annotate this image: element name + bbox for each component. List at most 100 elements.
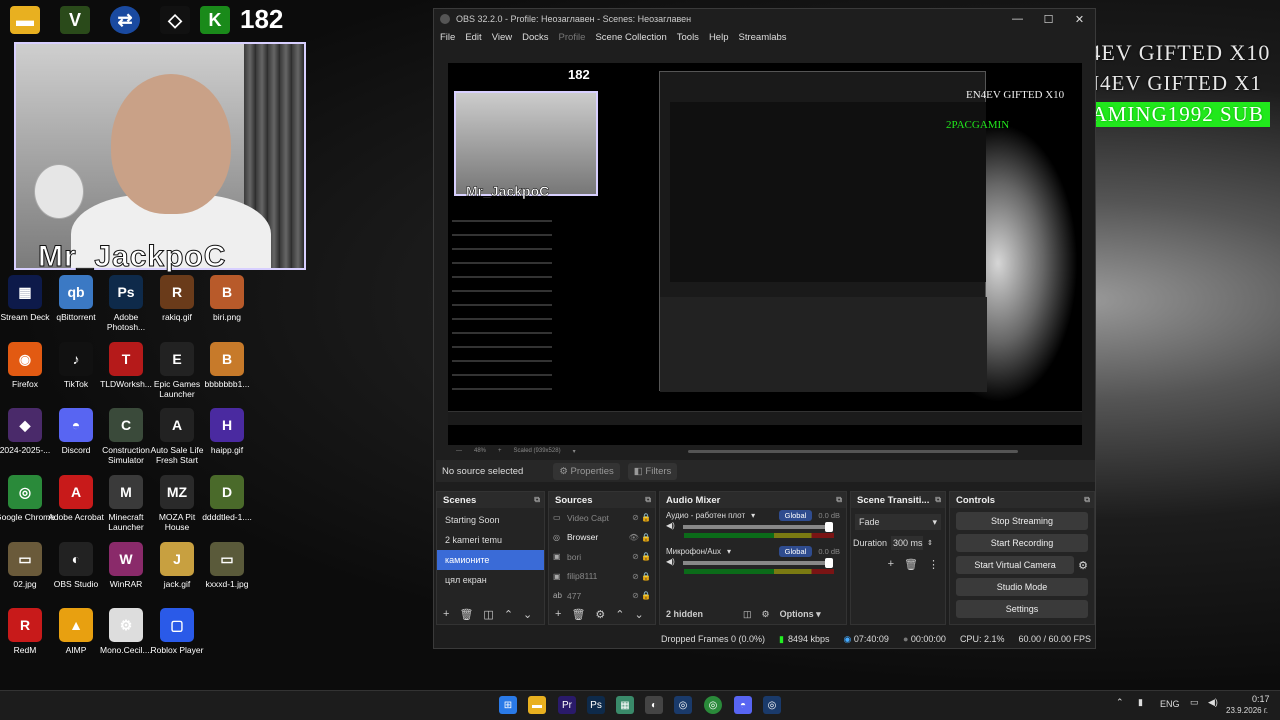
global-badge[interactable]: Global — [778, 546, 813, 557]
source-item[interactable]: ab 477 ⊘ 🔒 — [549, 586, 655, 606]
dock-float-icon[interactable]: ⧉ — [935, 495, 941, 505]
add-scene-icon[interactable]: + — [443, 608, 449, 620]
source-item[interactable]: ▭ Video Capt ⊘ 🔒 — [549, 508, 655, 528]
stepper-icon[interactable]: ⇕ — [927, 539, 933, 547]
menu-docks[interactable]: Docks — [522, 32, 548, 43]
ddddtled-shortcut[interactable]: Dddddtled-1.... — [196, 475, 258, 522]
add-transition-icon[interactable]: + — [888, 558, 894, 571]
folder-icon[interactable]: ▬ — [10, 6, 40, 34]
gta-icon[interactable]: V — [60, 6, 90, 34]
explorer-icon[interactable]: ▬ — [528, 696, 546, 714]
channel-dropdown-icon[interactable]: ▾ — [727, 547, 731, 556]
visibility-icon[interactable]: ⊘ 🔒 — [632, 572, 651, 581]
remove-scene-icon[interactable]: 🗑 — [459, 608, 473, 621]
speaker-icon[interactable]: ◀) — [666, 557, 675, 566]
network-icon[interactable]: ▭ — [1190, 697, 1199, 708]
source-item[interactable]: ◎ Browser 👁 🔒 — [549, 528, 655, 548]
scene-item[interactable]: Starting Soon — [437, 510, 544, 530]
remove-transition-icon[interactable]: 🗑 — [904, 558, 918, 571]
clock-date[interactable]: 23.9.2026 г. — [1226, 706, 1268, 715]
more-icon[interactable]: ⋮ — [928, 558, 939, 571]
teamviewer-icon[interactable]: ⇄ — [110, 6, 140, 34]
transition-select[interactable]: Fade ▾ — [855, 514, 941, 530]
scene-filter-icon[interactable]: ◫ — [483, 608, 493, 621]
mixer-options-button[interactable]: Options ▾ — [780, 609, 821, 620]
dock-float-icon[interactable]: ⧉ — [836, 495, 842, 505]
scene-item[interactable]: цял екран — [437, 570, 544, 590]
start-icon[interactable]: ⊞ — [499, 696, 517, 714]
menu-profile[interactable]: Profile — [559, 32, 586, 43]
kxxxd-jpg-shortcut[interactable]: ▭ kxxxd-1.jpg — [196, 542, 258, 589]
menu-edit[interactable]: Edit — [465, 32, 481, 43]
premiere-icon[interactable]: Pr — [558, 696, 576, 714]
virtual-camera-settings-icon[interactable]: ⚙ — [1078, 559, 1088, 572]
properties-button[interactable]: ⚙ Properties — [553, 462, 620, 480]
menu-help[interactable]: Help — [709, 32, 729, 43]
preview-scrollbar[interactable] — [687, 449, 1018, 453]
close-icon[interactable]: ✕ — [1064, 13, 1095, 26]
tray-chevron-icon[interactable]: ⌃ — [1116, 697, 1124, 708]
move-up-icon[interactable]: ⌃ — [504, 608, 513, 621]
chrome-taskbar-icon[interactable]: ◎ — [704, 696, 722, 714]
maximize-icon[interactable]: ☐ — [1033, 13, 1064, 26]
obs-preview[interactable]: 182 Mr_JackpoC EN4EV GIFTED X10 2PACGAMI… — [448, 63, 1082, 445]
speaker-icon[interactable]: ◀) — [666, 521, 675, 530]
add-source-icon[interactable]: + — [555, 608, 561, 620]
menu-view[interactable]: View — [492, 32, 512, 43]
source-item[interactable]: ▣ filip8111 ⊘ 🔒 — [549, 567, 655, 587]
zoom-minus-icon[interactable]: — — [456, 448, 462, 454]
duration-input[interactable]: 300 ms — [891, 536, 924, 550]
mixer-settings-icon[interactable]: ⚙ — [762, 609, 770, 620]
global-badge[interactable]: Global — [778, 510, 813, 521]
calculator-icon[interactable]: ▦ — [616, 696, 634, 714]
filters-button[interactable]: ◧ Filters — [627, 462, 678, 480]
roblox-shortcut[interactable]: ▢ Roblox Player — [146, 608, 208, 655]
start-virtual-camera-button[interactable]: Start Virtual Camera — [956, 556, 1075, 574]
move-up-icon[interactable]: ⌃ — [615, 608, 624, 621]
volume-fader[interactable] — [682, 522, 833, 532]
volume-fader[interactable] — [682, 558, 833, 568]
roblox-studio-icon[interactable]: ◇ — [160, 6, 190, 34]
language-indicator[interactable]: ENG — [1160, 699, 1180, 709]
tray-app-icon[interactable]: ▮ — [1138, 697, 1143, 708]
settings-button[interactable]: Settings — [956, 600, 1088, 618]
volume-icon[interactable]: ◀) — [1208, 697, 1218, 708]
dock-float-icon[interactable]: ⧉ — [534, 495, 540, 505]
discord-taskbar-icon[interactable]: ◓ — [734, 696, 752, 714]
studio-mode-button[interactable]: Studio Mode — [956, 578, 1088, 596]
menu-file[interactable]: File — [440, 32, 455, 43]
visibility-icon[interactable]: ⊘ 🔒 — [632, 513, 651, 522]
zoom-plus-icon[interactable]: + — [498, 448, 502, 454]
dock-float-icon[interactable]: ⧉ — [1084, 495, 1090, 505]
channel-dropdown-icon[interactable]: ▾ — [751, 511, 755, 520]
visibility-icon[interactable]: ⊘ 🔒 — [632, 552, 651, 561]
remove-source-icon[interactable]: 🗑 — [571, 608, 585, 621]
hidden-count[interactable]: 2 hidden — [666, 609, 703, 619]
steam-icon[interactable]: ◎ — [674, 696, 692, 714]
move-down-icon[interactable]: ⌄ — [523, 608, 532, 621]
scene-item[interactable]: камионите — [437, 550, 544, 570]
stop-streaming-button[interactable]: Stop Streaming — [956, 512, 1088, 530]
menu-streamlabs[interactable]: Streamlabs — [738, 32, 786, 43]
mixer-layout-icon[interactable]: ◫ — [743, 609, 752, 620]
scale-dropdown-icon[interactable]: ▾ — [573, 448, 576, 455]
biri-png-shortcut[interactable]: Bbiri.png — [196, 275, 258, 322]
minimize-icon[interactable]: — — [1002, 13, 1033, 26]
dock-float-icon[interactable]: ⧉ — [645, 495, 651, 505]
haipp-gif-shortcut[interactable]: Hhaipp.gif — [196, 408, 258, 455]
visibility-icon[interactable]: 👁 🔒 — [629, 533, 651, 542]
kick-icon[interactable]: K — [200, 6, 230, 34]
source-item[interactable]: ▣ bori ⊘ 🔒 — [549, 547, 655, 567]
menu-tools[interactable]: Tools — [677, 32, 699, 43]
move-down-icon[interactable]: ⌄ — [635, 608, 644, 621]
clock-time[interactable]: 0:17 — [1252, 694, 1270, 704]
obs-taskbar-icon[interactable]: ◐ — [645, 696, 663, 714]
menu-scene-collection[interactable]: Scene Collection — [595, 32, 666, 43]
visibility-icon[interactable]: ⊘ 🔒 — [632, 591, 651, 600]
source-settings-icon[interactable]: ⚙ — [595, 608, 605, 621]
photoshop-taskbar-icon[interactable]: Ps — [587, 696, 605, 714]
start-recording-button[interactable]: Start Recording — [956, 534, 1088, 552]
steam-2-icon[interactable]: ◎ — [763, 696, 781, 714]
bbbbbbb-shortcut[interactable]: Bbbbbbbb1... — [196, 342, 258, 389]
scene-item[interactable]: 2 kameri temu — [437, 530, 544, 550]
